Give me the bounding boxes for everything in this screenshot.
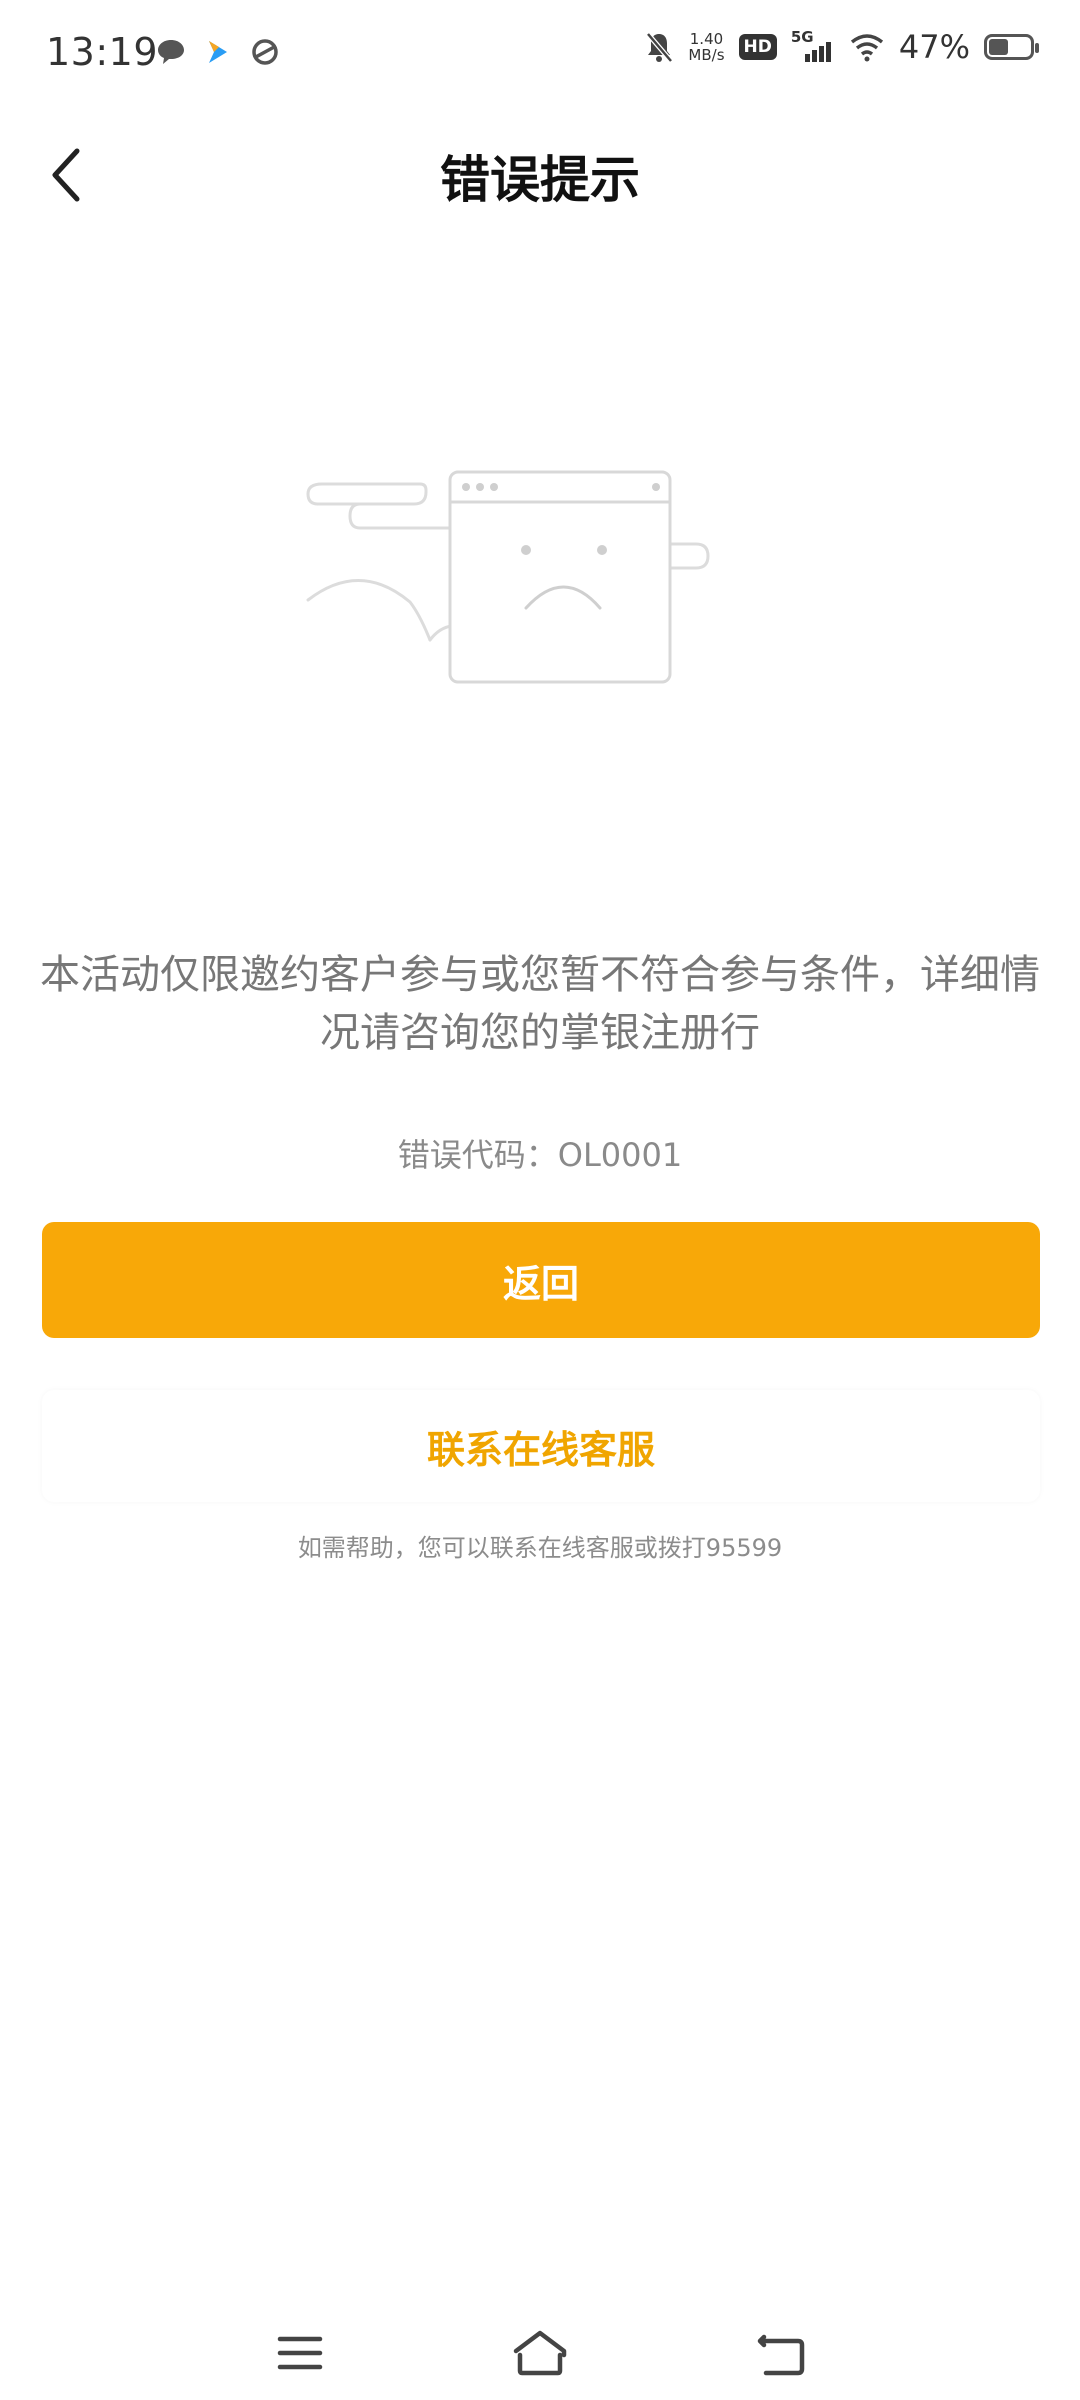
system-navigation-bar <box>0 2300 1080 2400</box>
back-arrow-icon <box>757 2334 805 2376</box>
wifi-icon <box>850 34 883 62</box>
back-nav-button[interactable] <box>740 2318 820 2388</box>
sad-browser-illustration <box>300 440 780 700</box>
notification-icons <box>155 36 281 68</box>
app-arrow-icon <box>209 41 227 63</box>
error-message: 本活动仅限邀约客户参与或您暂不符合参与条件，详细情况请咨询您的掌银注册行 <box>40 952 1040 1056</box>
hd-badge: HD <box>738 34 777 60</box>
signal-indicator: 5G <box>791 28 835 64</box>
sad-browser-icon <box>306 470 710 684</box>
battery-fill <box>989 39 1008 55</box>
mute-bell-icon <box>646 32 674 63</box>
page-title: 错误提示 <box>440 151 640 209</box>
contact-online-service-button[interactable]: 联系在线客服 <box>42 1390 1040 1502</box>
battery-percent: 47% <box>898 28 970 66</box>
menu-button[interactable] <box>260 2318 340 2388</box>
home-icon <box>513 2330 567 2376</box>
status-right-group: 1.40 MB/s HD 5G 47% <box>644 28 1039 66</box>
signal-bars-icon <box>804 42 831 62</box>
net-speed-unit: MB/s <box>688 46 725 64</box>
network-speed: 1.40 MB/s <box>688 31 724 63</box>
chat-bubble-icon <box>158 40 184 64</box>
status-bar: 13:19 1.40 MB/s HD 5G 47% <box>0 0 1080 110</box>
orbit-app-icon <box>252 39 278 65</box>
home-button[interactable] <box>500 2318 580 2388</box>
help-text: 如需帮助，您可以联系在线客服或拨打95599 <box>297 1534 783 1562</box>
header: 错误提示 <box>0 110 1080 240</box>
net-speed-value: 1.40 <box>689 30 724 48</box>
menu-icon <box>277 2336 323 2370</box>
battery-icon <box>984 34 1039 60</box>
error-code: 错误代码：OL0001 <box>397 1136 683 1174</box>
return-button[interactable]: 返回 <box>42 1222 1040 1338</box>
status-time: 13:19 <box>46 30 159 74</box>
